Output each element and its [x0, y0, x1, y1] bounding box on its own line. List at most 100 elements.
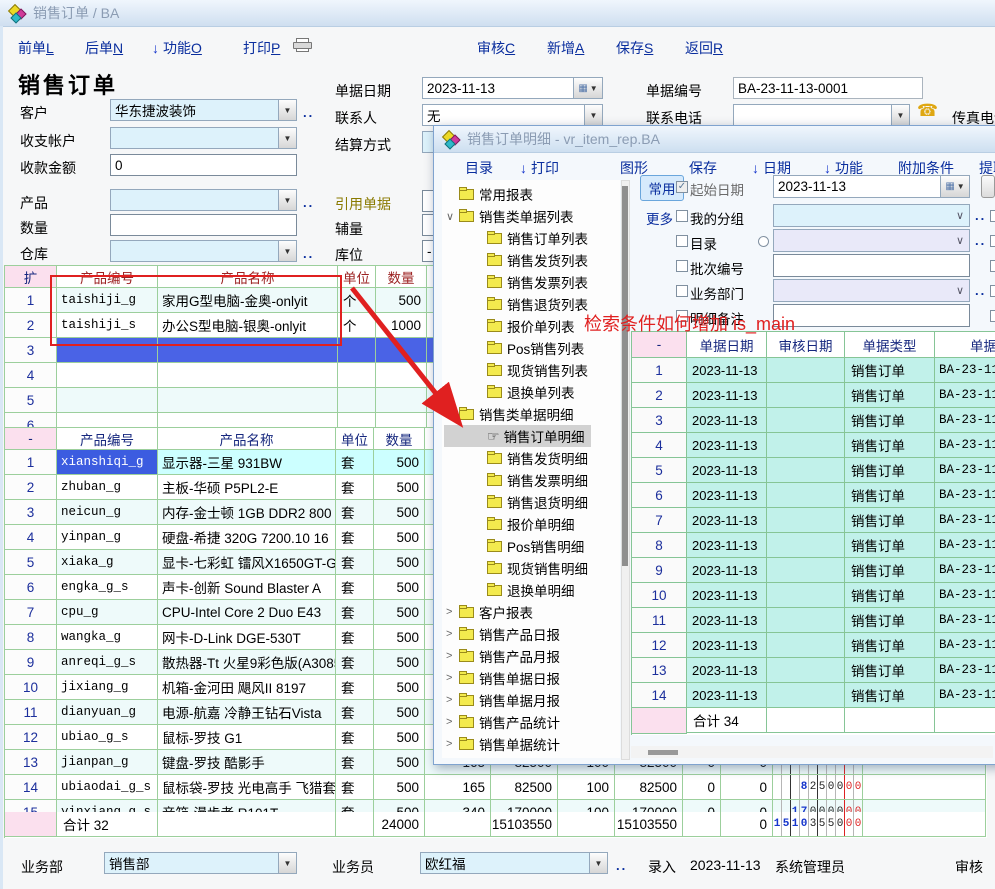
product-code-cell[interactable]: yinpan_g	[57, 525, 158, 550]
filter-date-extra-button[interactable]	[981, 175, 995, 198]
qty-cell[interactable]: 500	[374, 625, 425, 650]
product-name-cell[interactable]: 鼠标袋-罗技 光电高手 飞猎套	[158, 775, 336, 800]
unit-cell[interactable]: 套	[336, 750, 374, 775]
qty-cell[interactable]: 500	[374, 500, 425, 525]
dialog-save-button[interactable]: 保存	[689, 158, 717, 178]
doc-date-cell[interactable]: 2023-11-13	[687, 658, 767, 683]
audit-date-cell[interactable]	[767, 558, 845, 583]
table-row[interactable]: 142023-11-13销售订单BA-23-11-1	[632, 683, 995, 708]
product-name-cell[interactable]	[158, 363, 338, 388]
filter-checkbox-cut[interactable]	[990, 210, 995, 222]
price-cell[interactable]: 165	[425, 775, 491, 800]
product-name-cell[interactable]: 硬盘-希捷 320G 7200.10 16	[158, 525, 336, 550]
doc-no-cell[interactable]: BA-23-11-1	[935, 358, 995, 383]
dropdown-arrow-icon[interactable]: ▼	[589, 853, 607, 873]
toolbar-functions-button[interactable]: ↓功能O	[152, 38, 202, 58]
table-row[interactable]: 132023-11-13销售订单BA-23-11-1	[632, 658, 995, 683]
product-code-cell[interactable]	[57, 388, 158, 413]
tax2-cell[interactable]: 0	[721, 775, 773, 800]
unit-cell[interactable]: 套	[336, 725, 374, 750]
qty-cell[interactable]: 500	[374, 800, 425, 812]
qty-cell[interactable]: 500	[374, 650, 425, 675]
unit-cell[interactable]: 套	[336, 450, 374, 475]
tree-item[interactable]: 报价单明细	[444, 513, 581, 535]
phone-icon[interactable]: ☎	[917, 101, 938, 121]
product-name-cell[interactable]: 鼠标-罗技 G1	[158, 725, 336, 750]
doc-type-cell[interactable]: 销售订单	[845, 558, 935, 583]
doc-date-cell[interactable]: 2023-11-13	[687, 508, 767, 533]
filter-radio-catalog[interactable]	[758, 236, 769, 247]
tree-item[interactable]: >业务发展分析	[444, 755, 566, 758]
chevron-down-icon[interactable]: ∨	[446, 210, 459, 223]
product-name-cell[interactable]: 声卡-创新 Sound Blaster A	[158, 575, 336, 600]
warehouse-lookup-button[interactable]: ..	[303, 246, 314, 261]
quantity-input[interactable]	[110, 214, 297, 236]
dialog-catalog-button[interactable]: 目录	[465, 158, 493, 178]
toolbar-next-button[interactable]: 后单N	[85, 38, 123, 58]
filter-checkbox-catalog[interactable]	[676, 235, 688, 247]
table-row[interactable]: 72023-11-13销售订单BA-23-11-1	[632, 508, 995, 533]
audit-date-cell[interactable]	[767, 658, 845, 683]
unit-cell[interactable]: 套	[336, 675, 374, 700]
chevron-right-icon[interactable]: >	[446, 738, 459, 750]
table-row[interactable]: 92023-11-13销售订单BA-23-11-1	[632, 558, 995, 583]
table-row[interactable]: 15yinxiang_g_s音箱-漫步者 R101T套5003401700001…	[5, 800, 987, 812]
dropdown-arrow-icon[interactable]: ▼	[891, 105, 909, 125]
doc-type-cell[interactable]: 销售订单	[845, 533, 935, 558]
doc-no-cell[interactable]: BA-23-11-1	[935, 583, 995, 608]
tax-cell[interactable]: 0	[683, 800, 721, 812]
qty-cell[interactable]: 500	[374, 525, 425, 550]
doc-no-cell[interactable]: BA-23-11-1	[935, 383, 995, 408]
discount-cell[interactable]: 100	[558, 800, 615, 812]
doc-no-cell[interactable]: BA-23-11-1	[935, 433, 995, 458]
doc-date-cell[interactable]: 2023-11-13	[687, 408, 767, 433]
chevron-right-icon[interactable]: >	[446, 650, 459, 662]
product-code-cell[interactable]: jianpan_g	[57, 750, 158, 775]
dept-combo[interactable]: 销售部 ▼	[104, 852, 297, 874]
audit-date-cell[interactable]	[767, 383, 845, 408]
tree-scrollbar-thumb[interactable]	[622, 186, 628, 566]
product-code-cell[interactable]: wangka_g	[57, 625, 158, 650]
product-name-cell[interactable]	[158, 388, 338, 413]
doc-date-cell[interactable]: 2023-11-13	[687, 608, 767, 633]
audit-date-cell[interactable]	[767, 683, 845, 708]
tree-item[interactable]: >销售产品统计	[444, 711, 566, 733]
doc-date-cell[interactable]: 2023-11-13	[687, 558, 767, 583]
dropdown-arrow-icon[interactable]: ▼	[278, 241, 296, 261]
customer-lookup-button[interactable]: ..	[303, 105, 314, 120]
tax2-cell[interactable]: 0	[721, 800, 773, 812]
product-name-cell[interactable]: 音箱-漫步者 R101T	[158, 800, 336, 812]
doc-date-cell[interactable]: 2023-11-13	[687, 483, 767, 508]
product-lookup-button[interactable]: ..	[303, 195, 314, 210]
doc-date-cell[interactable]: 2023-11-13	[687, 458, 767, 483]
doc-date-cell[interactable]: 2023-11-13	[687, 583, 767, 608]
tree-item[interactable]: >销售单据日报	[444, 667, 566, 689]
filter-input-detail-note[interactable]	[773, 304, 970, 327]
filter-input-batch-no[interactable]	[773, 254, 970, 277]
toolbar-new-button[interactable]: 新增A	[547, 38, 584, 58]
tree-item[interactable]: ∨销售类单据列表	[444, 205, 580, 227]
product-code-cell[interactable]: yinxiang_g_s	[57, 800, 158, 812]
doc-date-combo[interactable]: 2023-11-13 ▦▼	[422, 77, 603, 99]
calendar-icon[interactable]: ▦▼	[573, 78, 602, 98]
tree-item[interactable]: 退换单明细	[444, 579, 581, 601]
doc-type-cell[interactable]: 销售订单	[845, 383, 935, 408]
product-name-cell[interactable]: 主板-华硕 P5PL2-E	[158, 475, 336, 500]
qty-cell[interactable]: 500	[374, 600, 425, 625]
filter-lookup-my-group[interactable]: ..	[975, 208, 986, 223]
unit-cell[interactable]: 套	[336, 575, 374, 600]
more-filters-link[interactable]: 更多	[646, 208, 673, 228]
account-combo[interactable]: ▼	[110, 127, 297, 149]
tree-item[interactable]: >客户报表	[444, 601, 539, 623]
tree-item[interactable]: 销售订单列表	[444, 227, 594, 249]
doc-no-cell[interactable]: BA-23-11-1	[935, 483, 995, 508]
filter-lookup-business-dept[interactable]: ..	[975, 283, 986, 298]
qty-cell[interactable]: 500	[374, 725, 425, 750]
filter-lookup-catalog[interactable]: ..	[975, 233, 986, 248]
doc-date-cell[interactable]: 2023-11-13	[687, 633, 767, 658]
filter-checkbox-my-group[interactable]	[676, 210, 688, 222]
tree-item[interactable]: >销售产品日报	[444, 623, 566, 645]
doc-no-cell[interactable]: BA-23-11-1	[935, 558, 995, 583]
chevron-down-icon[interactable]: ∨	[951, 234, 969, 247]
table-row[interactable]: 42023-11-13销售订单BA-23-11-1	[632, 433, 995, 458]
